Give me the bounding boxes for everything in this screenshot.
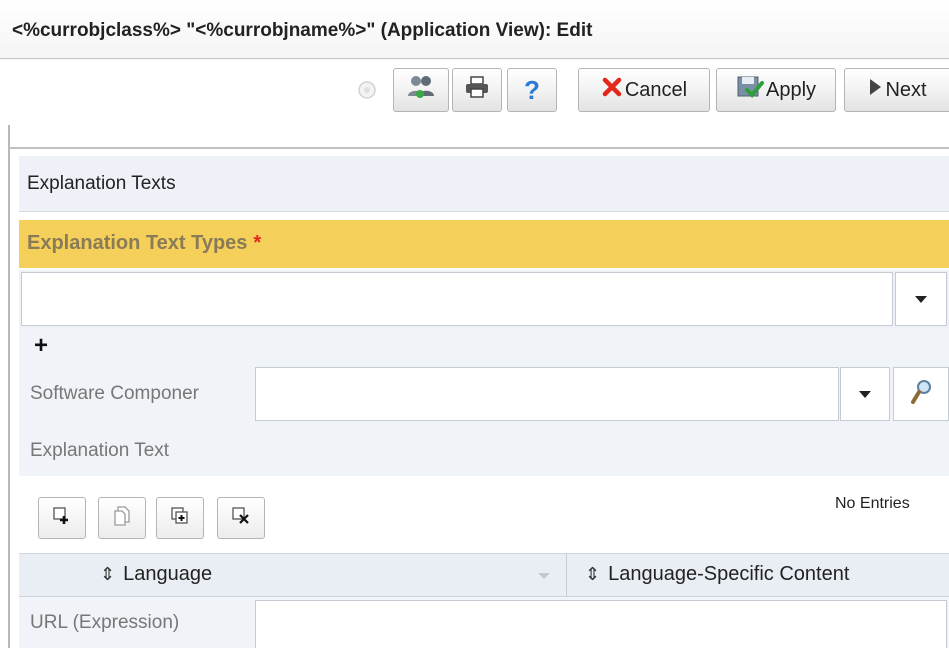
- apply-label: Apply: [765, 78, 817, 101]
- copy-row-button[interactable]: [98, 497, 146, 539]
- duplicate-row-button[interactable]: [156, 497, 204, 539]
- status-circle-icon: [357, 80, 377, 100]
- column-dropdown-icon[interactable]: [538, 573, 550, 579]
- next-button[interactable]: Next: [844, 68, 949, 112]
- help-icon: ?: [524, 74, 540, 105]
- required-marker: *: [253, 232, 262, 254]
- explanation-text-types-header: Explanation Text Types *: [19, 220, 949, 268]
- column-header-language-specific-content[interactable]: ⇕ Language-Specific Content: [585, 563, 849, 586]
- insert-row-icon: [52, 506, 72, 531]
- chevron-down-icon: [915, 295, 927, 303]
- column-header-language[interactable]: ⇕ Language: [100, 563, 212, 586]
- software-component-search-button[interactable]: [893, 367, 949, 421]
- apply-save-icon: [736, 74, 764, 106]
- next-label: Next: [885, 78, 927, 101]
- column-divider: [566, 553, 567, 597]
- cancel-icon: [601, 76, 623, 104]
- frame-left-border: [8, 125, 10, 648]
- title-bar: <%currobjclass%> "<%currobjname%>" (Appl…: [0, 0, 949, 60]
- window-title: <%currobjclass%> "<%currobjname%>" (Appl…: [12, 20, 593, 41]
- sort-icon: ⇕: [100, 564, 116, 584]
- software-component-label: Software Componer: [30, 383, 199, 404]
- help-button[interactable]: ?: [507, 68, 557, 112]
- sort-icon: ⇕: [585, 564, 601, 584]
- delete-row-icon: [231, 506, 251, 531]
- explanation-text-types-dropdown-button[interactable]: [895, 272, 947, 326]
- copy-icon: [112, 505, 132, 532]
- no-entries-text: No Entries: [835, 495, 910, 512]
- insert-row-button[interactable]: [38, 497, 86, 539]
- url-expression-label: URL (Expression): [30, 612, 180, 633]
- section-title: Explanation Texts: [27, 173, 176, 194]
- next-arrow-icon: [867, 77, 883, 103]
- apply-button[interactable]: Apply: [716, 68, 836, 112]
- explanation-text-label: Explanation Text: [30, 440, 170, 461]
- delete-row-button[interactable]: [217, 497, 265, 539]
- print-button[interactable]: [452, 68, 502, 112]
- url-expression-input[interactable]: [255, 600, 947, 648]
- users-button[interactable]: [393, 68, 449, 112]
- software-component-dropdown-button[interactable]: [840, 367, 890, 421]
- title-divider: [0, 58, 949, 59]
- software-component-input[interactable]: [255, 367, 839, 421]
- cancel-button[interactable]: Cancel: [578, 68, 710, 112]
- frame-top-border: [8, 147, 949, 149]
- add-entry-plus-icon[interactable]: +: [34, 334, 48, 358]
- explanation-text-types-title: Explanation Text Types *: [27, 232, 262, 254]
- section-header: Explanation Texts: [19, 156, 949, 212]
- users-icon: [406, 74, 436, 106]
- chevron-down-icon: [859, 390, 871, 398]
- duplicate-row-icon: [170, 506, 190, 531]
- magnifier-search-icon: [909, 379, 933, 410]
- cancel-label: Cancel: [624, 78, 688, 101]
- printer-icon: [464, 75, 490, 105]
- explanation-text-types-dropdown[interactable]: [21, 272, 893, 326]
